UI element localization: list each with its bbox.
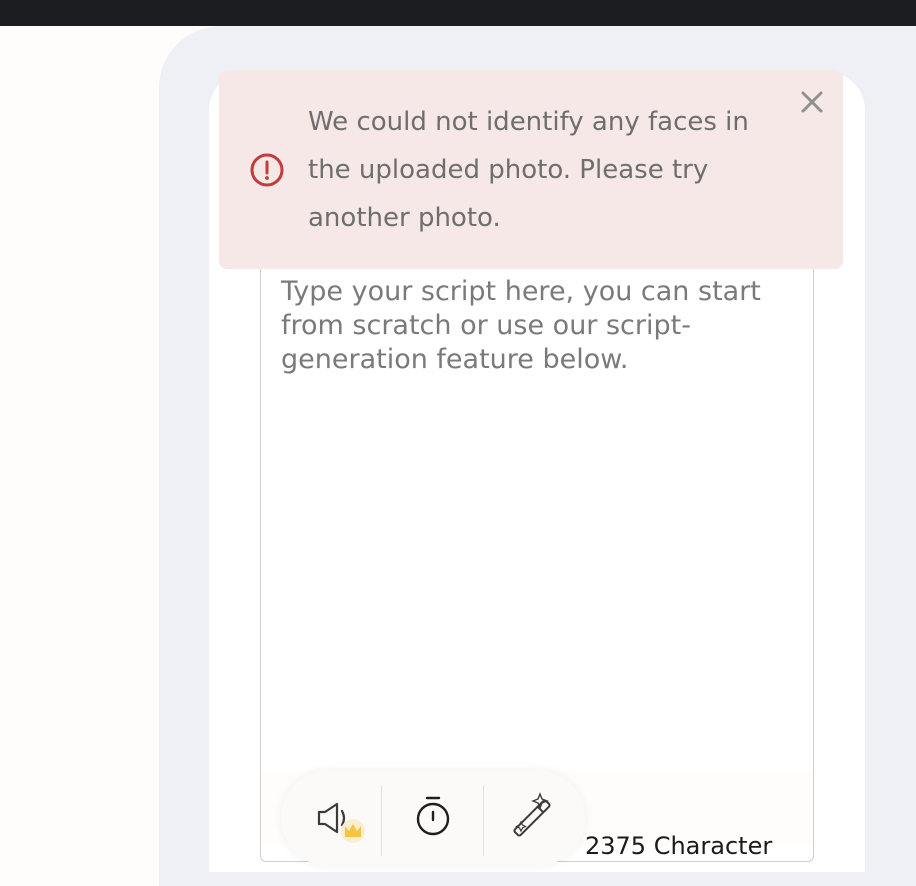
voice-button[interactable]: [301, 782, 381, 854]
close-icon: [801, 91, 823, 113]
speaker-voice-icon: [317, 802, 365, 843]
alert-close-button[interactable]: [796, 86, 828, 118]
top-bar: [0, 0, 916, 26]
alert-message: We could not identify any faces in the u…: [308, 107, 749, 233]
duration-button[interactable]: [393, 782, 473, 854]
stopwatch-icon: [416, 796, 450, 836]
character-count: 2375 Character: [585, 832, 773, 860]
magic-wand-icon: [513, 792, 551, 837]
error-circle-icon: [249, 152, 285, 188]
generate-script-button[interactable]: [492, 782, 572, 854]
